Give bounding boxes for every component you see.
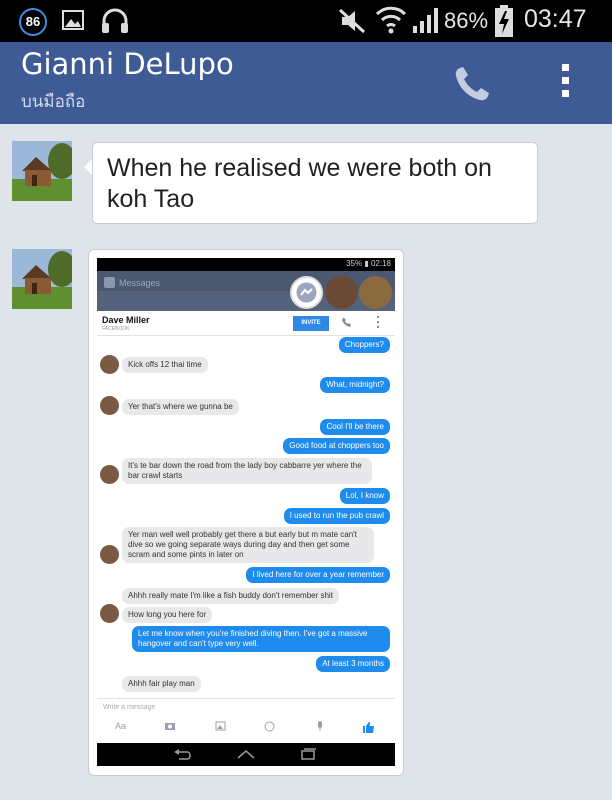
screenshot-message-out: Lol, I know: [339, 488, 390, 504]
clock: 03:47: [524, 5, 587, 33]
screenshot-back-icon: [174, 749, 191, 760]
screenshot-message-out: Good food at choppers too: [283, 438, 390, 454]
facebook-icon: [104, 277, 115, 288]
sender-avatar[interactable]: [12, 249, 72, 309]
screenshot-emoji-icon: [264, 721, 275, 732]
screenshot-invite-button: INVITE: [293, 316, 329, 331]
screenshot-contact-source: FACEBOOK: [102, 326, 130, 332]
wifi-icon: [375, 6, 407, 34]
screenshot-message-in: Ahhh fair play man: [122, 676, 201, 692]
screenshot-nav-bar: [97, 743, 395, 766]
screenshot-menu-icon: [377, 316, 379, 328]
contact-status: บนมือถือ: [21, 92, 86, 112]
screenshot-message-out: Cool I'll be there: [320, 419, 390, 435]
chat-head-avatar: [325, 276, 358, 309]
screenshot-avatar: [100, 396, 119, 415]
screenshot-app-title: Messages: [119, 278, 161, 288]
screenshot-gallery-icon: [215, 721, 226, 731]
avatar-photo: [12, 249, 72, 309]
mute-icon: [338, 8, 366, 34]
screenshot-status-bar: 35% ▮ 02:18: [97, 258, 395, 271]
screenshot-avatar: [100, 465, 119, 484]
screenshot-mic-icon: [318, 721, 322, 731]
battery-charging-icon: [495, 5, 513, 37]
overflow-menu-button[interactable]: [555, 64, 575, 104]
status-bar: 86 86% 03:47: [0, 0, 612, 42]
screenshot-message-in: Ahhh really mate I'm like a fish buddy d…: [122, 588, 339, 604]
signal-icon: [413, 8, 438, 33]
screenshot-status-text: 35% ▮ 02:18: [346, 259, 391, 268]
sender-avatar[interactable]: [12, 141, 72, 201]
gallery-icon: [62, 10, 84, 30]
headphones-icon: [102, 8, 128, 33]
screenshot-home-icon: [237, 750, 255, 759]
screenshot-like-icon: [363, 722, 374, 733]
screenshot-avatar: [100, 545, 119, 564]
screenshot-message-in: Yer that's where we gunna be: [122, 399, 239, 415]
shared-screenshot: 35% ▮ 02:18 Messages Dave Miller FACEBOO…: [97, 258, 395, 766]
conversation-header: Gianni DeLupo บนมือถือ: [0, 42, 612, 124]
screenshot-message-out: Let me know when you're finished diving …: [132, 626, 390, 652]
screenshot-message-in: Kick offs 12 thai time: [122, 357, 208, 373]
screenshot-message-in: Yer man well well probably get there a b…: [122, 527, 374, 563]
screenshot-message-out: At least 3 months: [316, 656, 390, 672]
screenshot-avatar: [100, 355, 119, 374]
message-bubble[interactable]: When he realised we were both on koh Tao: [92, 142, 538, 224]
battery-percent: 86%: [444, 8, 489, 33]
notification-count-badge: 86: [19, 8, 47, 36]
screenshot-compose-bar: Write a message: [97, 698, 395, 718]
contact-name: Gianni DeLupo: [21, 47, 234, 81]
screenshot-message-out: Choppers?: [338, 337, 390, 353]
screenshot-message-out: What, midnight?: [320, 377, 390, 393]
screenshot-message-out: I used to run the pub crawl: [283, 508, 390, 524]
avatar-photo: [12, 141, 72, 201]
screenshot-text-tool: Aa: [115, 721, 127, 731]
screenshot-message-in: How long you here for: [122, 607, 213, 623]
screenshot-avatar: [100, 604, 119, 623]
screenshot-contact-bar: Dave Miller FACEBOOK INVITE: [97, 311, 395, 336]
screenshot-message-out: I lived here for over a year remember: [246, 567, 390, 583]
screenshot-phone-icon: [342, 318, 351, 327]
screenshot-compose-placeholder: Write a message: [103, 704, 156, 711]
screenshot-camera-icon: [165, 723, 175, 730]
messenger-icon: [290, 276, 323, 309]
screenshot-message-in: It's te bar down the road from the lady …: [122, 458, 372, 484]
screenshot-recents-icon: [301, 748, 316, 760]
chat-head-avatar: [359, 276, 392, 309]
phone-call-icon[interactable]: [452, 64, 492, 104]
screenshot-contact-name: Dave Miller: [102, 315, 150, 325]
